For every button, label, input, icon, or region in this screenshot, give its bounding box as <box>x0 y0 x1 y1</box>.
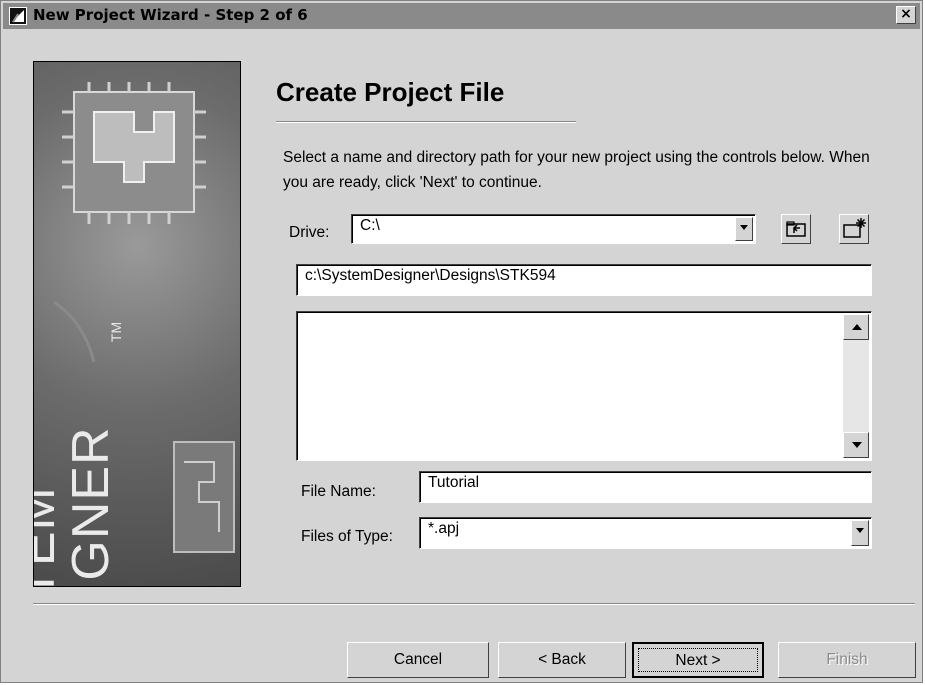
brand-line-2: DESIGNER <box>62 426 120 587</box>
instructions-text: Select a name and directory path for you… <box>283 149 870 191</box>
directory-path-value: c:\SystemDesigner\Designs\STK594 <box>305 267 556 284</box>
directory-listbox[interactable] <box>296 311 872 461</box>
drive-dropdown-button[interactable] <box>735 217 753 241</box>
window-title: New Project Wizard - Step 2 of 6 <box>33 6 308 24</box>
app-icon <box>9 7 27 25</box>
scroll-down-button[interactable] <box>843 432 869 458</box>
title-divider <box>276 121 576 123</box>
system-designer-banner: SYSTEM DESIGNER TM <box>33 61 241 587</box>
up-folder-icon <box>786 221 806 237</box>
focus-rectangle <box>638 648 758 672</box>
back-button[interactable]: < Back <box>498 642 626 678</box>
directory-path-field[interactable]: c:\SystemDesigner\Designs\STK594 <box>296 264 872 296</box>
scroll-up-button[interactable] <box>843 314 869 340</box>
page-title: Create Project File <box>276 77 505 107</box>
file-type-value: *.apj <box>428 520 460 537</box>
title-bar[interactable]: New Project Wizard - Step 2 of 6 × <box>3 3 920 29</box>
drive-select[interactable]: C:\ <box>351 214 756 244</box>
brand-wordmark: SYSTEM DESIGNER <box>34 306 120 587</box>
close-button[interactable]: × <box>896 6 916 24</box>
cancel-button[interactable]: Cancel <box>347 642 489 678</box>
file-name-input[interactable]: Tutorial <box>419 471 872 503</box>
drive-label: Drive: <box>289 224 330 241</box>
drive-value: C:\ <box>360 217 380 234</box>
new-folder-button[interactable] <box>839 214 869 244</box>
footer-divider <box>33 603 915 605</box>
finish-button[interactable]: Finish <box>778 642 916 678</box>
up-folder-button[interactable] <box>781 214 811 244</box>
file-type-dropdown-button[interactable] <box>851 520 869 546</box>
file-name-value: Tutorial <box>428 474 480 491</box>
trademark-mark: TM <box>108 321 125 343</box>
brand-line-1: SYSTEM <box>34 306 66 586</box>
file-type-select[interactable]: *.apj <box>419 517 872 549</box>
wizard-window: New Project Wizard - Step 2 of 6 × SYSTE… <box>0 0 923 683</box>
new-folder-icon <box>843 218 866 238</box>
file-type-label: Files of Type: <box>301 528 393 545</box>
next-button[interactable]: Next > <box>632 642 764 678</box>
file-name-label: File Name: <box>301 483 376 500</box>
listbox-scrollbar[interactable] <box>843 314 869 458</box>
